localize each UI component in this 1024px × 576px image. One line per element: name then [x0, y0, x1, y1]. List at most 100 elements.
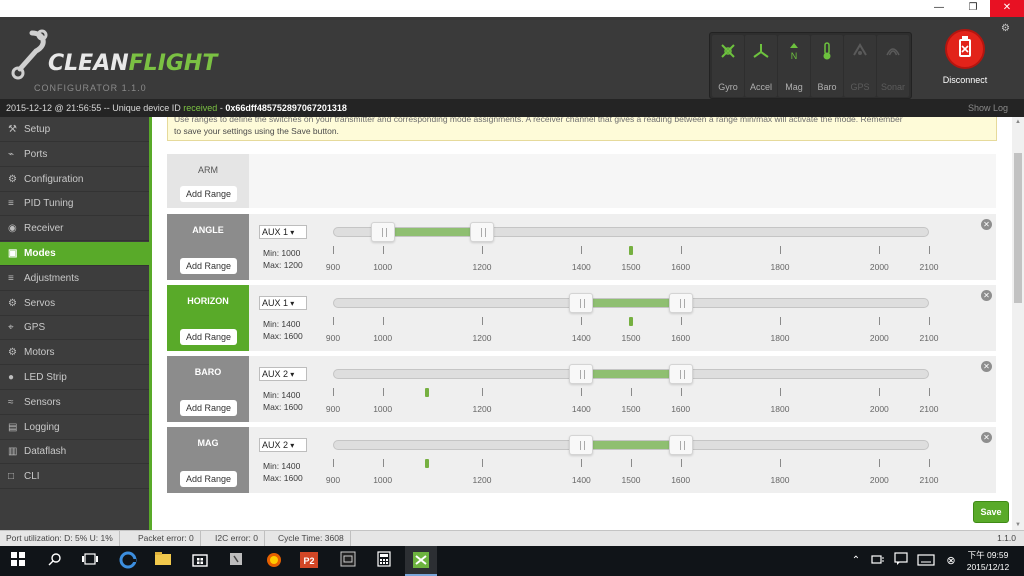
- range-max-handle[interactable]: [470, 222, 494, 242]
- range-min-text: Min: 1400: [263, 319, 301, 329]
- sidebar-item-cli[interactable]: □ CLI: [0, 465, 149, 490]
- range-max-handle[interactable]: [668, 364, 693, 384]
- sidebar-item-setup[interactable]: ⚒ Setup: [0, 118, 149, 142]
- powerpoint-icon[interactable]: P2: [299, 551, 319, 571]
- chevron-down-icon: ▾: [288, 441, 295, 450]
- scroll-down-arrow-icon[interactable]: ▼: [1015, 522, 1021, 528]
- sonar-icon: [886, 48, 900, 56]
- modes-icon: ▣: [8, 248, 18, 259]
- range-min-handle[interactable]: [569, 435, 594, 455]
- sensors-icon: ≈: [8, 396, 14, 408]
- cleanflight-app-icon[interactable]: [411, 551, 431, 571]
- sidebar-item-pid-tuning[interactable]: ≡ PID Tuning: [0, 192, 149, 217]
- edge-browser-icon[interactable]: [118, 551, 138, 571]
- remove-range-close-icon[interactable]: ✕: [981, 290, 992, 301]
- sidebar-item-adjustments[interactable]: ≡ Adjustments: [0, 267, 149, 291]
- sidebar-item-led-strip[interactable]: ● LED Strip: [0, 366, 149, 390]
- scale-tick: [780, 246, 781, 254]
- add-range-button[interactable]: Add Range: [180, 258, 237, 274]
- range-min-text: Min: 1400: [263, 390, 301, 400]
- mode-row-horizon: HORIZON Add Range AUX 1 ▾ Min: 1400 Max: 160…: [167, 285, 996, 351]
- remove-range-close-icon[interactable]: ✕: [981, 361, 992, 372]
- sidebar-item-servos[interactable]: ⚙ Servos: [0, 292, 149, 316]
- range-min-handle[interactable]: [370, 222, 395, 242]
- tray-chevron-up-icon[interactable]: ⌃: [846, 551, 866, 571]
- sidebar-item-dataflash[interactable]: ▥ Dataflash: [0, 440, 149, 465]
- calculator-icon[interactable]: [374, 551, 394, 571]
- range-max-text: Max: 1600: [263, 402, 303, 412]
- file-explorer-icon[interactable]: [153, 551, 173, 571]
- i2c-error: I2C error: 0: [209, 531, 265, 546]
- scale-tick-label: 1400: [571, 333, 591, 343]
- cli-icon: □: [8, 471, 15, 483]
- range-min-handle[interactable]: [569, 364, 594, 384]
- aux-channel-select[interactable]: AUX 2 ▾: [259, 367, 307, 381]
- content-scrollbar[interactable]: ▲ ▼: [1012, 117, 1024, 530]
- tray-keyboard-icon[interactable]: [916, 551, 936, 571]
- store-icon[interactable]: [190, 551, 210, 571]
- add-range-button[interactable]: Add Range: [180, 400, 237, 416]
- range-max-handle[interactable]: [668, 435, 693, 455]
- range-min-text: Min: 1400: [263, 461, 301, 471]
- remove-range-close-icon[interactable]: ✕: [981, 219, 992, 230]
- task-view-icon[interactable]: [80, 551, 100, 571]
- settings-gear-icon[interactable]: ⚙: [1001, 23, 1010, 34]
- sidebar-item-modes[interactable]: ▣ Modes: [0, 242, 149, 266]
- mode-label-panel: MAG Add Range: [167, 427, 249, 493]
- aux-channel-select[interactable]: AUX 2 ▾: [259, 438, 307, 452]
- show-log-link[interactable]: Show Log: [968, 99, 1008, 117]
- firefox-icon[interactable]: [264, 551, 284, 571]
- tray-notification-icon[interactable]: [891, 551, 911, 571]
- adjust-icon: ≡: [8, 272, 14, 284]
- sidebar-item-ports[interactable]: ⌁ Ports: [0, 143, 149, 167]
- scale-tick-label: 2100: [919, 333, 939, 343]
- servo-icon: ⚙: [8, 297, 17, 309]
- sidebar-item-motors[interactable]: ⚙ Motors: [0, 341, 149, 366]
- sensor-label: Baro: [817, 82, 837, 92]
- sidebar-item-label: CLI: [24, 471, 40, 483]
- scale-tick: [879, 317, 881, 325]
- sidebar-item-receiver[interactable]: ◉ Receiver: [0, 217, 149, 242]
- tray-network-icon[interactable]: [868, 551, 888, 571]
- aux-channel-select[interactable]: AUX 1 ▾: [259, 225, 307, 239]
- range-min-handle[interactable]: [569, 293, 594, 313]
- sensor-label: GPS: [850, 82, 870, 92]
- range-max-handle[interactable]: [668, 293, 693, 313]
- scale-tick: [333, 459, 334, 467]
- add-range-button[interactable]: Add Range: [180, 329, 237, 345]
- sticky-app-icon[interactable]: [226, 551, 246, 571]
- baro-icon: [823, 42, 831, 60]
- taskbar-active-app[interactable]: [405, 546, 437, 576]
- sidebar-item-configuration[interactable]: ⚙ Configuration: [0, 168, 149, 192]
- logo-subtitle: CONFIGURATOR 1.1.0: [34, 83, 147, 93]
- remove-range-close-icon[interactable]: ✕: [981, 432, 992, 443]
- scroll-up-arrow-icon[interactable]: ▲: [1015, 119, 1021, 125]
- scale-tick-label: 1000: [373, 333, 393, 343]
- scale-tick: [581, 317, 583, 325]
- close-window-button[interactable]: ✕: [990, 0, 1024, 17]
- start-icon[interactable]: [8, 551, 28, 571]
- sidebar-item-logging[interactable]: ▤ Logging: [0, 416, 149, 440]
- sidebar-item-gps[interactable]: ⌖ GPS: [0, 316, 149, 341]
- scale-tick-label: 1600: [671, 262, 691, 272]
- aux-channel-select[interactable]: AUX 1 ▾: [259, 296, 307, 310]
- disconnect-button[interactable]: [945, 29, 985, 69]
- range-max-text: Max: 1200: [263, 260, 303, 270]
- restore-button[interactable]: ❐: [956, 0, 990, 17]
- scale-tick: [581, 459, 583, 467]
- scale-tick-label: 1400: [571, 404, 591, 414]
- add-range-button[interactable]: Add Range: [180, 186, 237, 202]
- terminal-app-icon[interactable]: [338, 551, 358, 571]
- tray-ime-icon[interactable]: ⊗: [941, 551, 961, 571]
- add-range-button[interactable]: Add Range: [180, 471, 237, 487]
- mode-name: BARO: [194, 367, 222, 377]
- sidebar-item-label: Dataflash: [24, 446, 67, 458]
- search-icon[interactable]: [45, 551, 65, 571]
- save-button[interactable]: Save: [973, 501, 1009, 523]
- scale-tick-label: 2100: [919, 404, 939, 414]
- scroll-thumb[interactable]: [1014, 153, 1022, 303]
- scale-tick-label: 900: [325, 404, 341, 414]
- minimize-button[interactable]: —: [922, 0, 956, 17]
- taskbar-clock[interactable]: 下午 09:59 2015/12/12: [960, 549, 1016, 573]
- sidebar-item-sensors[interactable]: ≈ Sensors: [0, 391, 149, 415]
